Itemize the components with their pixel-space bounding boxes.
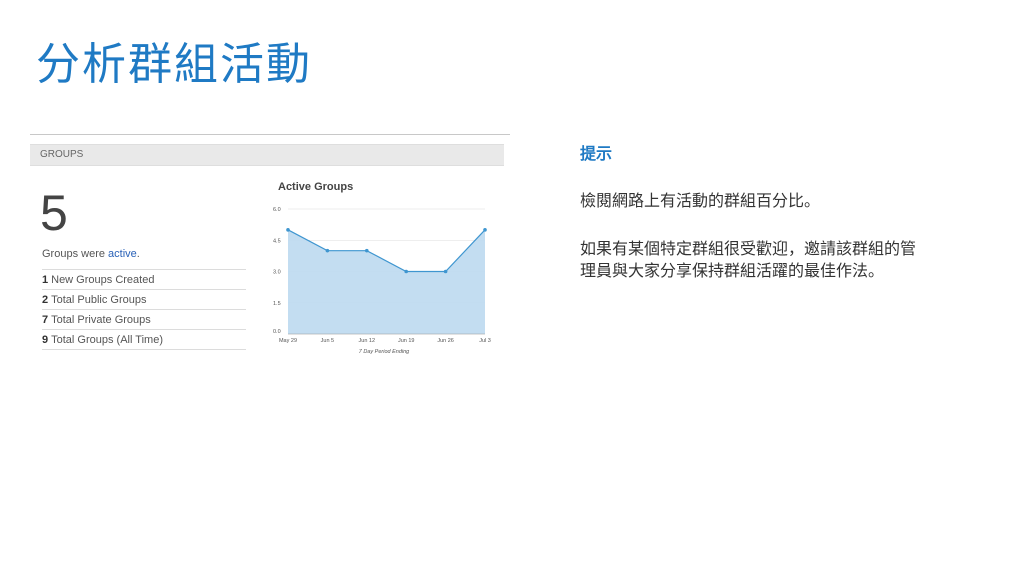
data-point — [483, 228, 487, 232]
stat-count: 7 — [42, 314, 49, 326]
stat-label: New Groups Created — [51, 274, 155, 286]
y-tick-label: 0.0 — [273, 329, 281, 335]
stat-row: 1 New Groups Created — [42, 270, 246, 290]
data-point — [443, 269, 448, 274]
y-tick-label: 6.0 — [273, 207, 281, 213]
stat-label: Total Public Groups — [51, 294, 147, 306]
stat-count: 2 — [42, 294, 49, 306]
widget-header: GROUPS — [30, 144, 504, 166]
x-tick-label: Jun 5 — [321, 338, 334, 344]
widget-divider — [30, 134, 510, 135]
y-tick-label: 4.5 — [273, 238, 281, 244]
active-caption-prefix: Groups were — [42, 248, 109, 260]
stat-label: Total Private Groups — [51, 314, 151, 326]
x-tick-label: Jun 12 — [359, 338, 376, 344]
stat-row: 7 Total Private Groups — [42, 310, 246, 330]
data-point — [404, 269, 408, 274]
stats-list: 1 New Groups Created 2 Total Public Groups… — [42, 269, 246, 350]
stat-row: 2 Total Public Groups — [42, 290, 246, 310]
stat-count: 1 — [42, 274, 49, 286]
x-tick-label: Jun 26 — [437, 338, 454, 344]
x-tick-label: Jun 19 — [398, 338, 415, 344]
chart-title: Active Groups — [278, 181, 353, 193]
stat-label: Total Groups (All Time) — [51, 334, 163, 346]
tip-paragraph-1: 檢閱網路上有活動的群組百分比。 — [580, 191, 821, 210]
data-point — [286, 228, 290, 232]
stat-count: 9 — [42, 334, 49, 346]
chart-xlabel: 7 Day Period Ending — [359, 349, 410, 355]
data-point — [365, 248, 369, 253]
x-tick-label: Jul 3 — [479, 338, 491, 344]
active-link[interactable]: active — [108, 248, 137, 260]
tip-heading: 提示 — [580, 144, 613, 163]
active-groups-count: 5 — [40, 185, 68, 241]
active-caption: Groups were active. — [42, 248, 140, 260]
active-groups-chart: Active Groups 7 Day Period Ending 6.0 4.5… — [262, 174, 510, 364]
chart-svg: Active Groups 7 Day Period Ending 6.0 4.5… — [273, 181, 491, 355]
stat-row: 9 Total Groups (All Time) — [42, 330, 246, 350]
y-tick-label: 1.5 — [273, 301, 281, 307]
data-point — [325, 248, 330, 253]
active-caption-suffix: . — [136, 248, 140, 260]
groups-widget: GROUPS 5 Groups were active. 1 New Groups… — [30, 134, 510, 370]
x-tick-label: May 29 — [279, 338, 297, 344]
tip-paragraph-2: 如果有某個特定群組很受歡迎，邀請該群組的管理員與大家分享保持群組活躍的最佳作法。 — [580, 239, 917, 280]
y-tick-label: 3.0 — [273, 270, 281, 276]
slide-title: 分析群組活動 — [36, 39, 312, 90]
